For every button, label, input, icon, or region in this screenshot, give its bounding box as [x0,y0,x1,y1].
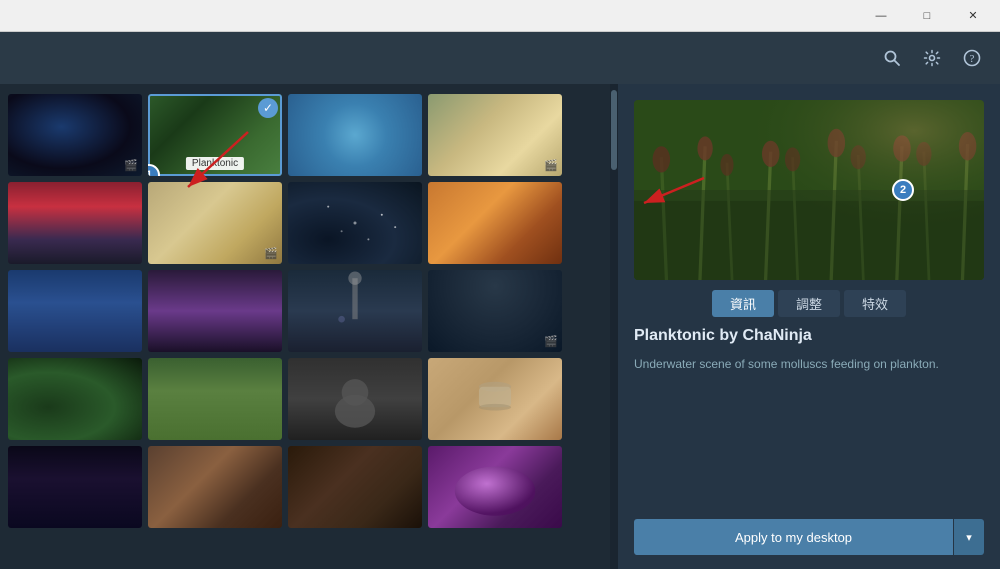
grid-row-3: 🎬 [8,270,602,352]
wallpaper-thumb-13[interactable] [8,358,142,440]
close-button[interactable]: ✕ [950,1,996,31]
tabs-row: 資訊 調整 特效 [634,290,984,317]
wallpaper-thumb-11[interactable] [288,270,422,352]
wallpaper-thumb-6[interactable]: 🎬 [148,182,282,264]
wallpaper-thumb-10[interactable] [148,270,282,352]
wallpaper-thumb-15[interactable] [288,358,422,440]
grid-row-4 [8,358,602,440]
wallpaper-thumb-20[interactable] [428,446,562,528]
main-content: 🎬 ✓ Planktonic 1 🎬 [0,84,1000,569]
tab-effects[interactable]: 特效 [844,290,906,317]
tab-info[interactable]: 資訊 [712,290,774,317]
video-icon-6: 🎬 [264,247,278,260]
search-icon[interactable] [880,46,904,70]
apply-dropdown-button[interactable]: ▾ [954,519,984,555]
wallpaper-thumb-17[interactable] [8,446,142,528]
thumb-label-2: Planktonic [186,157,244,170]
wallpaper-grid-panel: 🎬 ✓ Planktonic 1 🎬 [0,84,610,569]
wallpaper-thumb-9[interactable] [8,270,142,352]
wallpaper-thumb-5[interactable] [8,182,142,264]
wallpaper-thumb-16[interactable] [428,358,562,440]
wallpaper-thumb-2[interactable]: ✓ Planktonic 1 [148,94,282,176]
preview-image: 2 [634,100,984,280]
maximize-button[interactable]: □ [904,1,950,31]
preview-panel: 2 資訊 調整 特效 Planktonic by ChaNinja [618,84,1000,569]
wallpaper-thumb-8[interactable] [428,182,562,264]
wallpaper-thumb-18[interactable] [148,446,282,528]
svg-text:?: ? [970,53,975,65]
preview-title: Planktonic by ChaNinja [634,327,984,345]
wallpaper-thumb-7[interactable] [288,182,422,264]
wallpaper-thumb-1[interactable]: 🎬 [8,94,142,176]
apply-to-desktop-button[interactable]: Apply to my desktop [634,519,953,555]
title-bar: — □ ✕ [0,0,1000,32]
video-icon-12: 🎬 [544,335,558,348]
chevron-down-icon: ▾ [966,531,972,544]
settings-icon[interactable] [920,46,944,70]
wallpaper-thumb-4[interactable]: 🎬 [428,94,562,176]
preview-spacer [634,383,984,509]
minimize-button[interactable]: — [858,1,904,31]
grid-row-2: 🎬 [8,182,602,264]
checkmark-icon: ✓ [258,98,278,118]
grid-row-5 [8,446,602,528]
wallpaper-thumb-19[interactable] [288,446,422,528]
wallpaper-thumb-14[interactable] [148,358,282,440]
wallpaper-thumb-3[interactable] [288,94,422,176]
preview-bg: 2 [634,100,984,280]
help-icon[interactable]: ? [960,46,984,70]
scrollbar[interactable] [610,84,618,569]
preview-description: Underwater scene of some molluscs feedin… [634,355,984,373]
video-icon-1: 🎬 [124,159,138,172]
wallpaper-thumb-12[interactable]: 🎬 [428,270,562,352]
annotation-2: 2 [892,179,914,201]
video-icon-4: 🎬 [544,159,558,172]
grid-row-1: 🎬 ✓ Planktonic 1 🎬 [8,94,602,176]
toolbar: ? [0,32,1000,84]
tab-adjust[interactable]: 調整 [778,290,840,317]
apply-button-row: Apply to my desktop ▾ [634,519,984,555]
